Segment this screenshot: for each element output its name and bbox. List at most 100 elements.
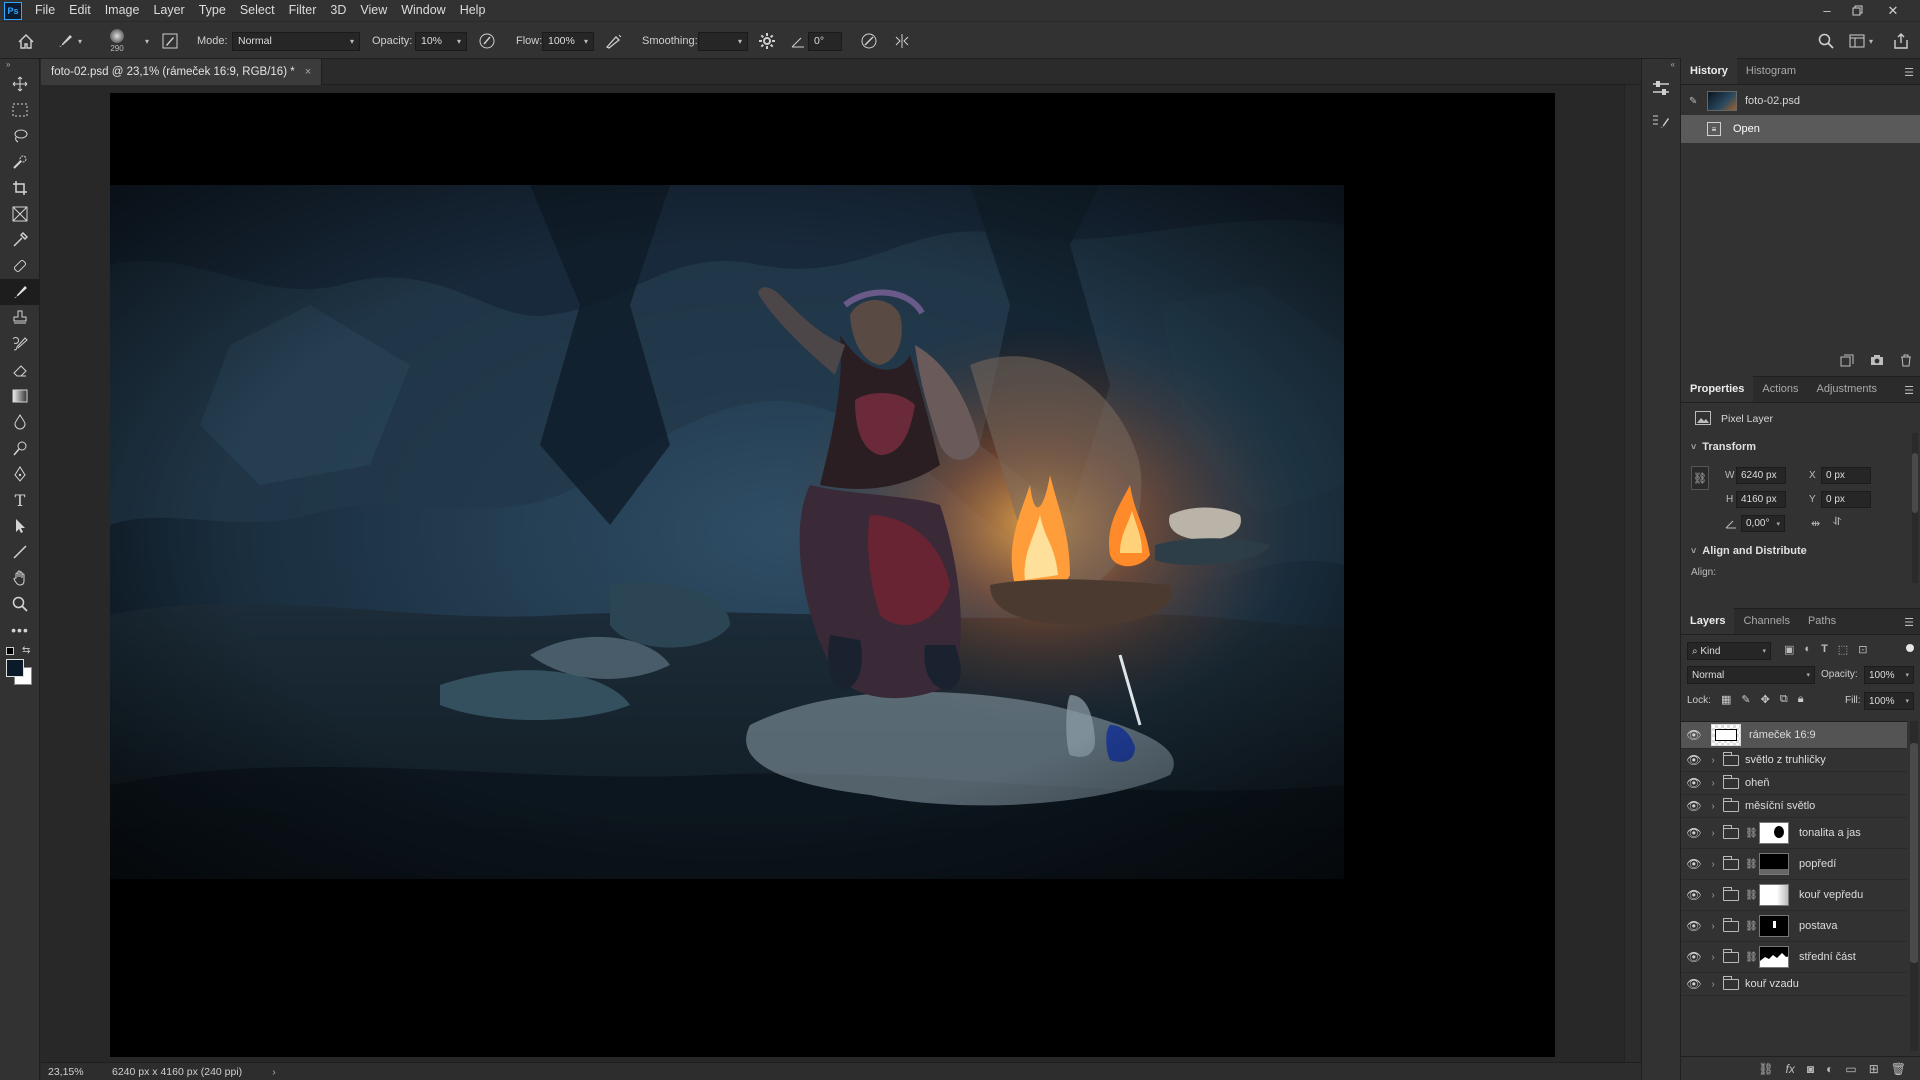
layers-scrollbar[interactable]: [1910, 721, 1918, 1051]
zoom-tool-icon[interactable]: [0, 591, 40, 617]
zoom-level[interactable]: 23,15%: [48, 1066, 100, 1078]
close-tab-icon[interactable]: ×: [305, 66, 311, 78]
layer-filter-select[interactable]: ⌕ Kind ▾: [1687, 642, 1771, 660]
vertical-scrollbar[interactable]: [1624, 85, 1640, 1062]
tab-histogram[interactable]: Histogram: [1737, 58, 1805, 84]
crop-tool-icon[interactable]: [0, 175, 40, 201]
tab-properties[interactable]: Properties: [1681, 376, 1754, 402]
rotate-angle-input[interactable]: 0,00° ▾: [1741, 515, 1785, 532]
chevron-right-icon[interactable]: ›: [1707, 921, 1719, 932]
align-section-header[interactable]: ˅ Align and Distribute: [1681, 540, 1920, 562]
document-tab[interactable]: foto-02.psd @ 23,1% (rámeček 16:9, RGB/1…: [41, 59, 323, 85]
new-document-from-state-icon[interactable]: [1840, 354, 1854, 370]
flip-vertical-icon[interactable]: ⥯: [1833, 516, 1841, 529]
adjustment-layer-icon[interactable]: ◐: [1826, 1062, 1833, 1076]
brush-size-picker[interactable]: 290: [110, 22, 124, 60]
add-mask-icon[interactable]: ◙: [1807, 1062, 1814, 1076]
history-brush-source-icon[interactable]: ✎: [1689, 96, 1703, 107]
visibility-eye-icon[interactable]: 👁︎: [1681, 776, 1707, 790]
visibility-eye-icon[interactable]: 👁︎: [1681, 826, 1707, 840]
layer-row-tonalita-a-jas[interactable]: 👁︎ › ⛓ tonalita a jas: [1681, 818, 1907, 849]
chevron-right-icon[interactable]: ›: [1707, 890, 1719, 901]
frame-tool-icon[interactable]: [0, 201, 40, 227]
transform-section-header[interactable]: ˅ Transform: [1681, 436, 1920, 458]
photo-canvas[interactable]: [110, 185, 1344, 879]
pressure-opacity-icon[interactable]: [478, 22, 496, 60]
hand-tool-icon[interactable]: [0, 565, 40, 591]
minimize-icon[interactable]: –: [1812, 0, 1842, 21]
menu-select[interactable]: Select: [233, 0, 282, 21]
camera-icon[interactable]: [1870, 354, 1884, 370]
swap-colors-icon[interactable]: ⇆: [22, 645, 30, 656]
visibility-eye-icon[interactable]: 👁︎: [1681, 857, 1707, 871]
mask-link-icon[interactable]: ⛓: [1745, 890, 1758, 901]
brush-tool-icon[interactable]: [0, 279, 40, 305]
layer-row-kour-vzadu[interactable]: 👁︎ › kouř vzadu: [1681, 973, 1907, 996]
quick-selection-tool-icon[interactable]: [0, 149, 40, 175]
menu-type[interactable]: Type: [192, 0, 233, 21]
status-menu-icon[interactable]: ›: [272, 1066, 276, 1078]
menu-3d[interactable]: 3D: [323, 0, 353, 21]
menu-window[interactable]: Window: [394, 0, 452, 21]
symmetry-icon[interactable]: [893, 22, 911, 60]
menu-file[interactable]: File: [28, 0, 62, 21]
x-input[interactable]: 0 px: [1821, 467, 1871, 484]
link-dimensions-icon[interactable]: ⛓: [1691, 466, 1709, 490]
menu-edit[interactable]: Edit: [62, 0, 98, 21]
visibility-eye-icon[interactable]: 👁︎: [1681, 799, 1707, 813]
chevron-right-icon[interactable]: ›: [1707, 778, 1719, 789]
history-snapshot[interactable]: ✎ foto-02.psd: [1681, 87, 1920, 115]
chevron-right-icon[interactable]: ›: [1707, 952, 1719, 963]
layer-row-postava[interactable]: 👁︎ › ⛓ postava: [1681, 911, 1907, 942]
flow-input[interactable]: 100% ▾: [542, 31, 594, 51]
type-tool-icon[interactable]: T: [0, 487, 40, 513]
collapse-toolbar-icon[interactable]: »: [0, 59, 39, 71]
filter-type-icon[interactable]: T: [1821, 643, 1828, 656]
history-item-open[interactable]: ≡ Open: [1681, 115, 1920, 143]
foreground-color-swatch[interactable]: [6, 659, 24, 677]
default-colors-icon[interactable]: [6, 647, 14, 655]
filter-smart-object-icon[interactable]: ⊡: [1858, 643, 1867, 656]
fill-input[interactable]: 100% ▾: [1864, 692, 1914, 710]
height-input[interactable]: 4160 px: [1736, 491, 1786, 508]
eyedropper-tool-icon[interactable]: [0, 227, 40, 253]
tab-adjustments[interactable]: Adjustments: [1808, 376, 1887, 402]
filter-toggle-icon[interactable]: [1906, 644, 1914, 652]
visibility-eye-icon[interactable]: 👁︎: [1681, 950, 1707, 964]
move-tool-icon[interactable]: [0, 71, 40, 97]
home-icon[interactable]: [18, 22, 34, 60]
mask-link-icon[interactable]: ⛓: [1745, 859, 1758, 870]
more-tools-icon[interactable]: •••: [0, 617, 40, 643]
lasso-tool-icon[interactable]: [0, 123, 40, 149]
chevron-right-icon[interactable]: ›: [1707, 979, 1719, 990]
panel-menu-icon[interactable]: ☰: [1904, 616, 1914, 629]
filter-pixel-icon[interactable]: ▣: [1784, 643, 1794, 656]
search-icon[interactable]: [1818, 22, 1834, 60]
opacity-input[interactable]: 10% ▾: [415, 31, 467, 51]
brush-settings-caret-icon[interactable]: ▾: [141, 22, 149, 60]
line-tool-icon[interactable]: [0, 539, 40, 565]
y-input[interactable]: 0 px: [1821, 491, 1871, 508]
mask-link-icon[interactable]: ⛓: [1745, 952, 1758, 963]
new-group-icon[interactable]: ▭: [1845, 1062, 1856, 1076]
chevron-right-icon[interactable]: ›: [1707, 859, 1719, 870]
panel-menu-icon[interactable]: ☰: [1904, 66, 1914, 79]
smoothing-input[interactable]: ▾: [698, 31, 748, 51]
visibility-eye-icon[interactable]: 👁︎: [1681, 753, 1707, 767]
chevron-right-icon[interactable]: ›: [1707, 828, 1719, 839]
layer-row-svetlo-z-truhlicky[interactable]: 👁︎ › světlo z truhličky: [1681, 749, 1907, 772]
tab-history[interactable]: History: [1681, 58, 1737, 84]
chevron-right-icon[interactable]: ›: [1707, 801, 1719, 812]
layer-opacity-input[interactable]: 100% ▾: [1864, 666, 1914, 684]
tab-paths[interactable]: Paths: [1799, 608, 1845, 634]
tab-layers[interactable]: Layers: [1681, 608, 1735, 634]
menu-view[interactable]: View: [353, 0, 394, 21]
layer-row-stredni-cast[interactable]: 👁︎ › ⛓ střední část: [1681, 942, 1907, 973]
chevron-right-icon[interactable]: ›: [1707, 755, 1719, 766]
layer-row-mesicni-svetlo[interactable]: 👁︎ › měsíční světlo: [1681, 795, 1907, 818]
angle-input[interactable]: 0°: [808, 31, 842, 51]
brush-settings-panel-icon[interactable]: [162, 22, 178, 60]
layer-row-popredi[interactable]: 👁︎ › ⛓ popředí: [1681, 849, 1907, 880]
mask-link-icon[interactable]: ⛓: [1745, 921, 1758, 932]
layer-row-ohen[interactable]: 👁︎ › oheň: [1681, 772, 1907, 795]
